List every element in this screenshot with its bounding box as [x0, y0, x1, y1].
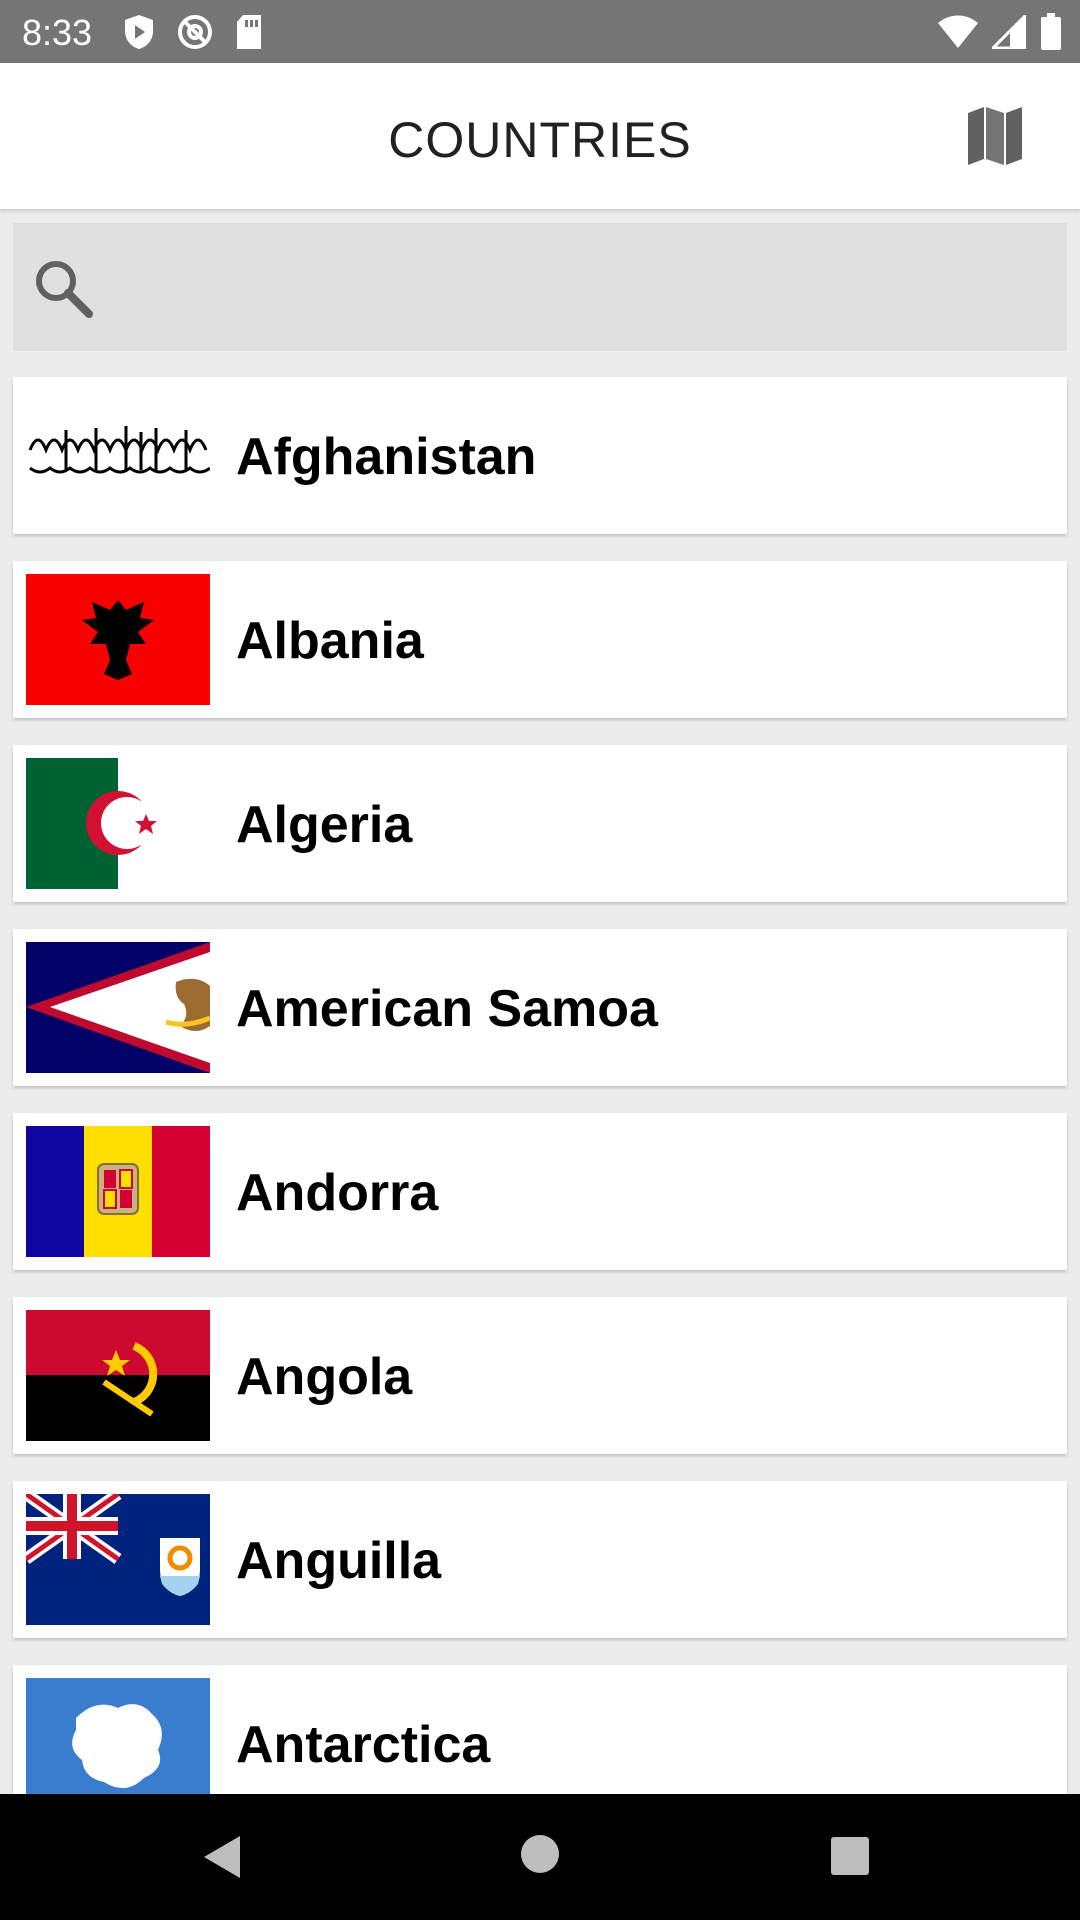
search-bar[interactable] [13, 223, 1067, 351]
list-item[interactable]: Andorra [13, 1113, 1067, 1270]
home-icon[interactable] [520, 1834, 560, 1879]
search-icon [31, 256, 95, 320]
angola-flag [26, 1310, 210, 1441]
map-icon [960, 107, 1030, 175]
search-input[interactable] [113, 247, 1047, 329]
american-samoa-flag [26, 942, 210, 1073]
list-item[interactable]: Afghanistan [13, 377, 1067, 534]
country-name: Anguilla [236, 1532, 442, 1590]
albania-flag [26, 574, 210, 705]
at-sync-icon [176, 13, 214, 56]
antarctica-flag [26, 1678, 210, 1809]
list-item[interactable]: Albania [13, 561, 1067, 718]
back-icon[interactable] [200, 1834, 246, 1885]
list-item[interactable]: Algeria [13, 745, 1067, 902]
afghanistan-flag [26, 390, 210, 521]
shield-play-icon [122, 13, 156, 56]
page-title: COUNTRIES [388, 112, 692, 168]
list-item[interactable]: American Samoa [13, 929, 1067, 1086]
list-item[interactable]: Anguilla [13, 1481, 1067, 1638]
andorra-flag [26, 1126, 210, 1257]
map-button[interactable] [960, 101, 1030, 171]
country-name: Afghanistan [236, 428, 537, 486]
battery-icon [1040, 13, 1062, 56]
cell-signal-icon [989, 12, 1027, 54]
list-item[interactable]: Angola [13, 1297, 1067, 1454]
country-name: Antarctica [236, 1716, 491, 1774]
status-bar: 8:33 [0, 0, 1080, 63]
wifi-icon [938, 15, 978, 54]
navigation-bar [0, 1794, 1080, 1920]
country-name: Andorra [236, 1164, 439, 1222]
algeria-flag [26, 758, 210, 889]
recents-icon[interactable] [830, 1836, 870, 1881]
anguilla-flag [26, 1494, 210, 1625]
country-name: Angola [236, 1348, 413, 1406]
country-name: Albania [236, 612, 424, 670]
app-bar: COUNTRIES [0, 63, 1080, 209]
sd-card-icon [234, 13, 264, 56]
country-name: Algeria [236, 796, 413, 854]
country-name: American Samoa [236, 980, 658, 1038]
status-time: 8:33 [22, 12, 93, 53]
